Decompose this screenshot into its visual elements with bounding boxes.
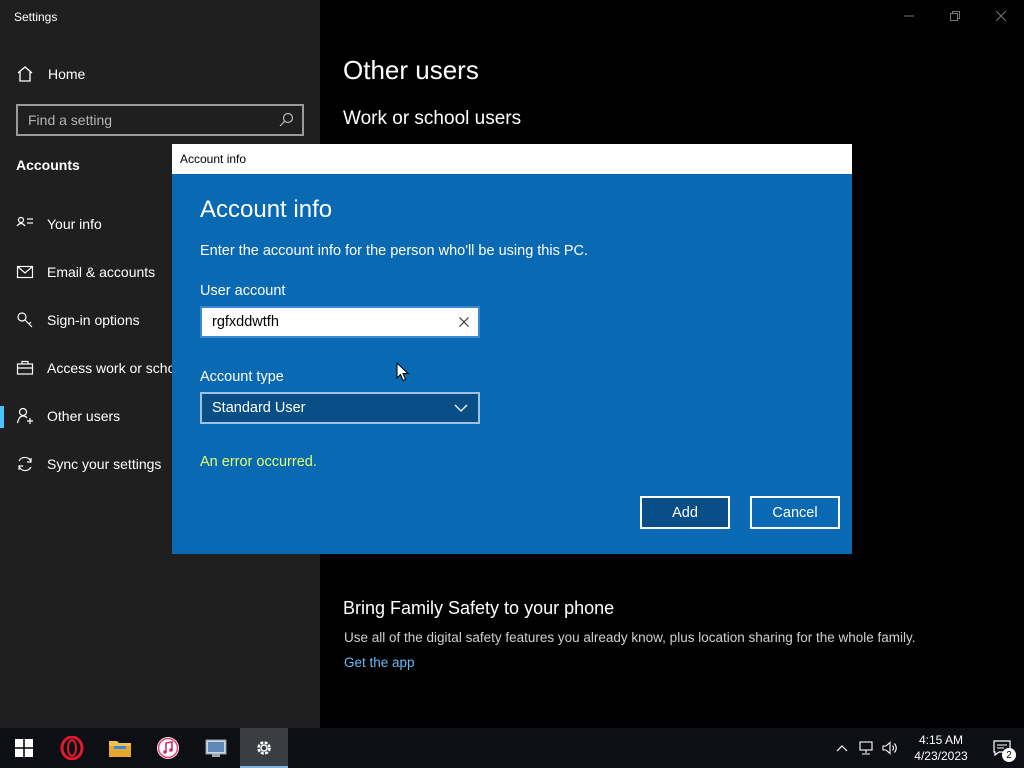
clock-time: 4:15 AM [918,733,964,747]
start-button[interactable] [0,728,48,768]
close-button[interactable] [978,0,1024,32]
find-setting-search[interactable] [16,104,304,136]
account-type-dropdown[interactable]: Standard User [200,392,480,424]
section-heading-accounts: Accounts [16,157,80,173]
account-type-label: Account type [200,369,284,385]
dialog-titlebar: Account info [172,144,852,174]
taskbar-file-explorer[interactable] [96,728,144,768]
taskbar-opera[interactable] [48,728,96,768]
taskbar: 4:15 AM 4/23/2023 2 [0,728,1024,768]
key-icon [17,312,33,328]
section-title-work-school: Work or school users [343,108,522,129]
opera-icon [60,736,84,760]
minimize-button[interactable] [886,0,932,32]
windows-start-icon [15,739,33,757]
network-button[interactable] [854,728,878,768]
account-type-value: Standard User [212,400,306,416]
add-person-icon [16,407,33,424]
settings-icon [257,741,271,755]
family-safety-title: Bring Family Safety to your phone [343,598,615,618]
sidebar-item-label: Access work or school [47,360,187,376]
taskbar-itunes[interactable] [144,728,192,768]
dialog-instruction: Enter the account info for the person wh… [200,243,589,259]
itunes-icon [157,737,179,759]
sync-icon [18,456,32,472]
family-safety-description: Use all of the digital safety features y… [344,630,916,645]
action-center-button[interactable]: 2 [980,728,1024,768]
sidebar-item-label: Other users [47,408,121,424]
clear-icon[interactable] [458,316,470,328]
notification-count-badge: 2 [1002,748,1016,762]
sidebar-item-label: Your info [47,216,102,232]
error-message: An error occurred. [200,454,317,470]
account-info-dialog: Account info Account info Enter the acco… [172,144,852,554]
search-input[interactable] [28,112,278,128]
control-panel-icon [205,739,227,757]
add-button[interactable]: Add [640,496,730,529]
sidebar-item-label: Email & accounts [47,264,156,280]
mouse-cursor-icon [396,362,410,382]
volume-button[interactable] [878,728,902,768]
get-the-app-link[interactable]: Get the app [344,655,415,670]
taskbar-control-panel[interactable] [192,728,240,768]
minimize-icon [904,15,914,17]
sidebar-item-label: Sync your settings [47,456,162,472]
dialog-heading: Account info [200,196,333,223]
system-tray: 4:15 AM 4/23/2023 2 [830,728,1024,768]
chevron-up-icon [836,745,848,752]
app-title: Settings [14,10,58,24]
taskbar-clock[interactable]: 4:15 AM 4/23/2023 [902,732,980,764]
taskbar-settings[interactable] [240,728,288,768]
home-nav-item[interactable]: Home [16,63,85,85]
home-label: Home [48,66,86,82]
close-icon [996,11,1006,21]
user-account-field[interactable] [200,306,480,338]
page-title: Other users [343,55,479,85]
sidebar-item-label: Sign-in options [47,312,140,328]
user-account-label: User account [200,283,286,299]
restore-button[interactable] [932,0,978,32]
user-account-input[interactable] [212,314,458,330]
person-card-icon [16,216,33,227]
restore-icon [950,11,960,21]
window-controls [886,0,1024,32]
chevron-down-icon [454,404,468,412]
clock-date: 4/23/2023 [914,749,968,763]
briefcase-icon [16,360,34,375]
cancel-button[interactable]: Cancel [750,496,840,529]
network-icon [859,741,873,755]
show-hidden-icons-button[interactable] [830,728,854,768]
file-explorer-icon [109,741,131,757]
mail-icon [16,265,34,279]
speaker-icon [882,741,897,755]
search-icon[interactable] [278,112,294,128]
home-icon [17,66,33,82]
